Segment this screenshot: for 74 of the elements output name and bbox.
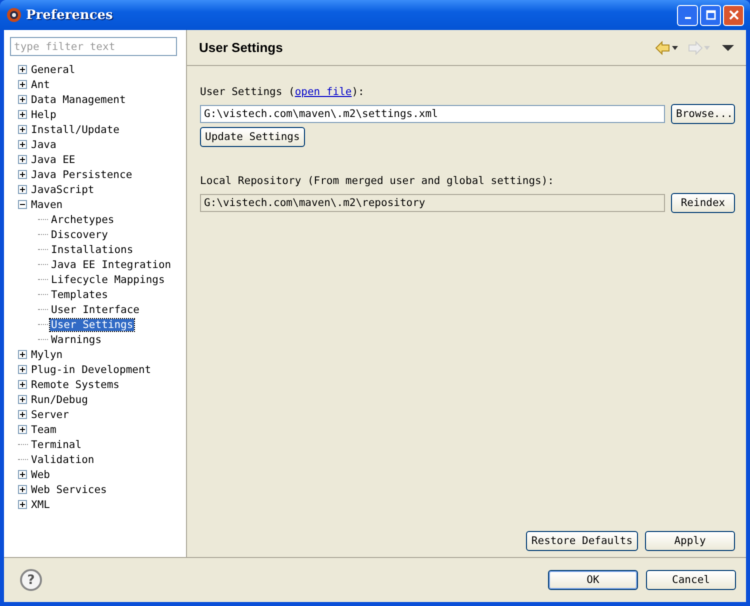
- local-repository-label: Local Repository (From merged user and global settings):: [200, 175, 556, 187]
- browse-button[interactable]: Browse...: [671, 104, 735, 124]
- maximize-button[interactable]: [700, 4, 721, 26]
- minimize-button[interactable]: [677, 4, 698, 26]
- tree-item[interactable]: Java Persistence: [30, 168, 134, 180]
- expander-icon[interactable]: [18, 80, 27, 89]
- expander-icon[interactable]: [18, 425, 27, 434]
- tree-item[interactable]: Remote Systems: [30, 378, 121, 390]
- tree-item[interactable]: JavaScript: [30, 184, 96, 196]
- menu-icon[interactable]: [722, 44, 734, 52]
- tree-item[interactable]: Java: [30, 138, 58, 150]
- open-file-link[interactable]: open file: [294, 86, 352, 98]
- tree-item[interactable]: Run/Debug: [30, 394, 89, 406]
- tree-item[interactable]: Templates: [50, 288, 109, 300]
- restore-defaults-button[interactable]: Restore Defaults: [526, 531, 638, 551]
- page-title: User Settings: [199, 40, 283, 55]
- expander-icon[interactable]: [18, 185, 27, 194]
- tree-item[interactable]: Warnings: [50, 334, 103, 346]
- tree-item[interactable]: Validation: [30, 454, 96, 466]
- cancel-button[interactable]: Cancel: [646, 570, 736, 590]
- expander-icon[interactable]: [18, 140, 27, 149]
- settings-path-field[interactable]: G:\vistech.com\maven\.m2\settings.xml: [200, 105, 665, 123]
- expander-icon[interactable]: [18, 155, 27, 164]
- tree-item[interactable]: Team: [30, 424, 58, 436]
- expander-icon[interactable]: [18, 485, 27, 494]
- ok-button[interactable]: OK: [548, 570, 638, 590]
- tree-item[interactable]: Java EE: [30, 154, 76, 166]
- expander-icon[interactable]: [18, 380, 27, 389]
- expander-icon[interactable]: [18, 500, 27, 509]
- close-button[interactable]: [723, 4, 744, 26]
- back-arrow-icon[interactable]: [654, 40, 680, 54]
- expander-icon[interactable]: [18, 200, 27, 209]
- expander-icon[interactable]: [18, 125, 27, 134]
- tree-item[interactable]: Archetypes: [50, 214, 116, 226]
- expander-icon[interactable]: [18, 95, 27, 104]
- tree-item[interactable]: Lifecycle Mappings: [50, 274, 166, 286]
- minimize-icon: [684, 17, 690, 19]
- expander-icon[interactable]: [18, 350, 27, 359]
- tree-item[interactable]: Data Management: [30, 94, 127, 106]
- tree-item[interactable]: Mylyn: [30, 348, 64, 360]
- filter-field[interactable]: type filter text: [10, 37, 177, 56]
- expander-icon[interactable]: [18, 65, 27, 74]
- tree-item[interactable]: XML: [30, 498, 51, 510]
- user-settings-label: User Settings (open file):: [200, 86, 366, 98]
- close-icon: [728, 10, 738, 20]
- tree-item[interactable]: Web Services: [30, 484, 108, 496]
- window-title: Preferences: [26, 8, 114, 22]
- tree-item[interactable]: General: [30, 64, 76, 76]
- maximize-icon: [706, 10, 716, 20]
- expander-icon[interactable]: [18, 365, 27, 374]
- tree-item[interactable]: Install/Update: [30, 124, 121, 136]
- tree-item[interactable]: Terminal: [30, 438, 83, 450]
- tree-item[interactable]: Installations: [50, 244, 134, 256]
- tree-item[interactable]: Server: [30, 408, 70, 420]
- expander-icon[interactable]: [18, 110, 27, 119]
- expander-icon[interactable]: [18, 170, 27, 179]
- tree-item[interactable]: User Settings: [50, 318, 134, 330]
- gear-icon: [6, 7, 22, 23]
- tree-item[interactable]: Java EE Integration: [50, 258, 172, 270]
- tree-item[interactable]: Plug-in Development: [30, 364, 152, 376]
- tree-item[interactable]: Maven: [30, 198, 64, 210]
- apply-button[interactable]: Apply: [645, 531, 735, 551]
- expander-icon[interactable]: [18, 395, 27, 404]
- tree-item[interactable]: Ant: [30, 78, 51, 90]
- tree-item[interactable]: Help: [30, 108, 58, 120]
- expander-icon[interactable]: [18, 470, 27, 479]
- reindex-button[interactable]: Reindex: [671, 193, 735, 213]
- repository-path-field[interactable]: G:\vistech.com\maven\.m2\repository: [200, 194, 665, 212]
- tree-item[interactable]: Discovery: [50, 228, 109, 240]
- expander-icon[interactable]: [18, 410, 27, 419]
- help-button[interactable]: ?: [20, 569, 42, 591]
- update-settings-button[interactable]: Update Settings: [200, 127, 305, 147]
- tree-item[interactable]: User Interface: [50, 304, 141, 316]
- tree-item[interactable]: Web: [30, 468, 51, 480]
